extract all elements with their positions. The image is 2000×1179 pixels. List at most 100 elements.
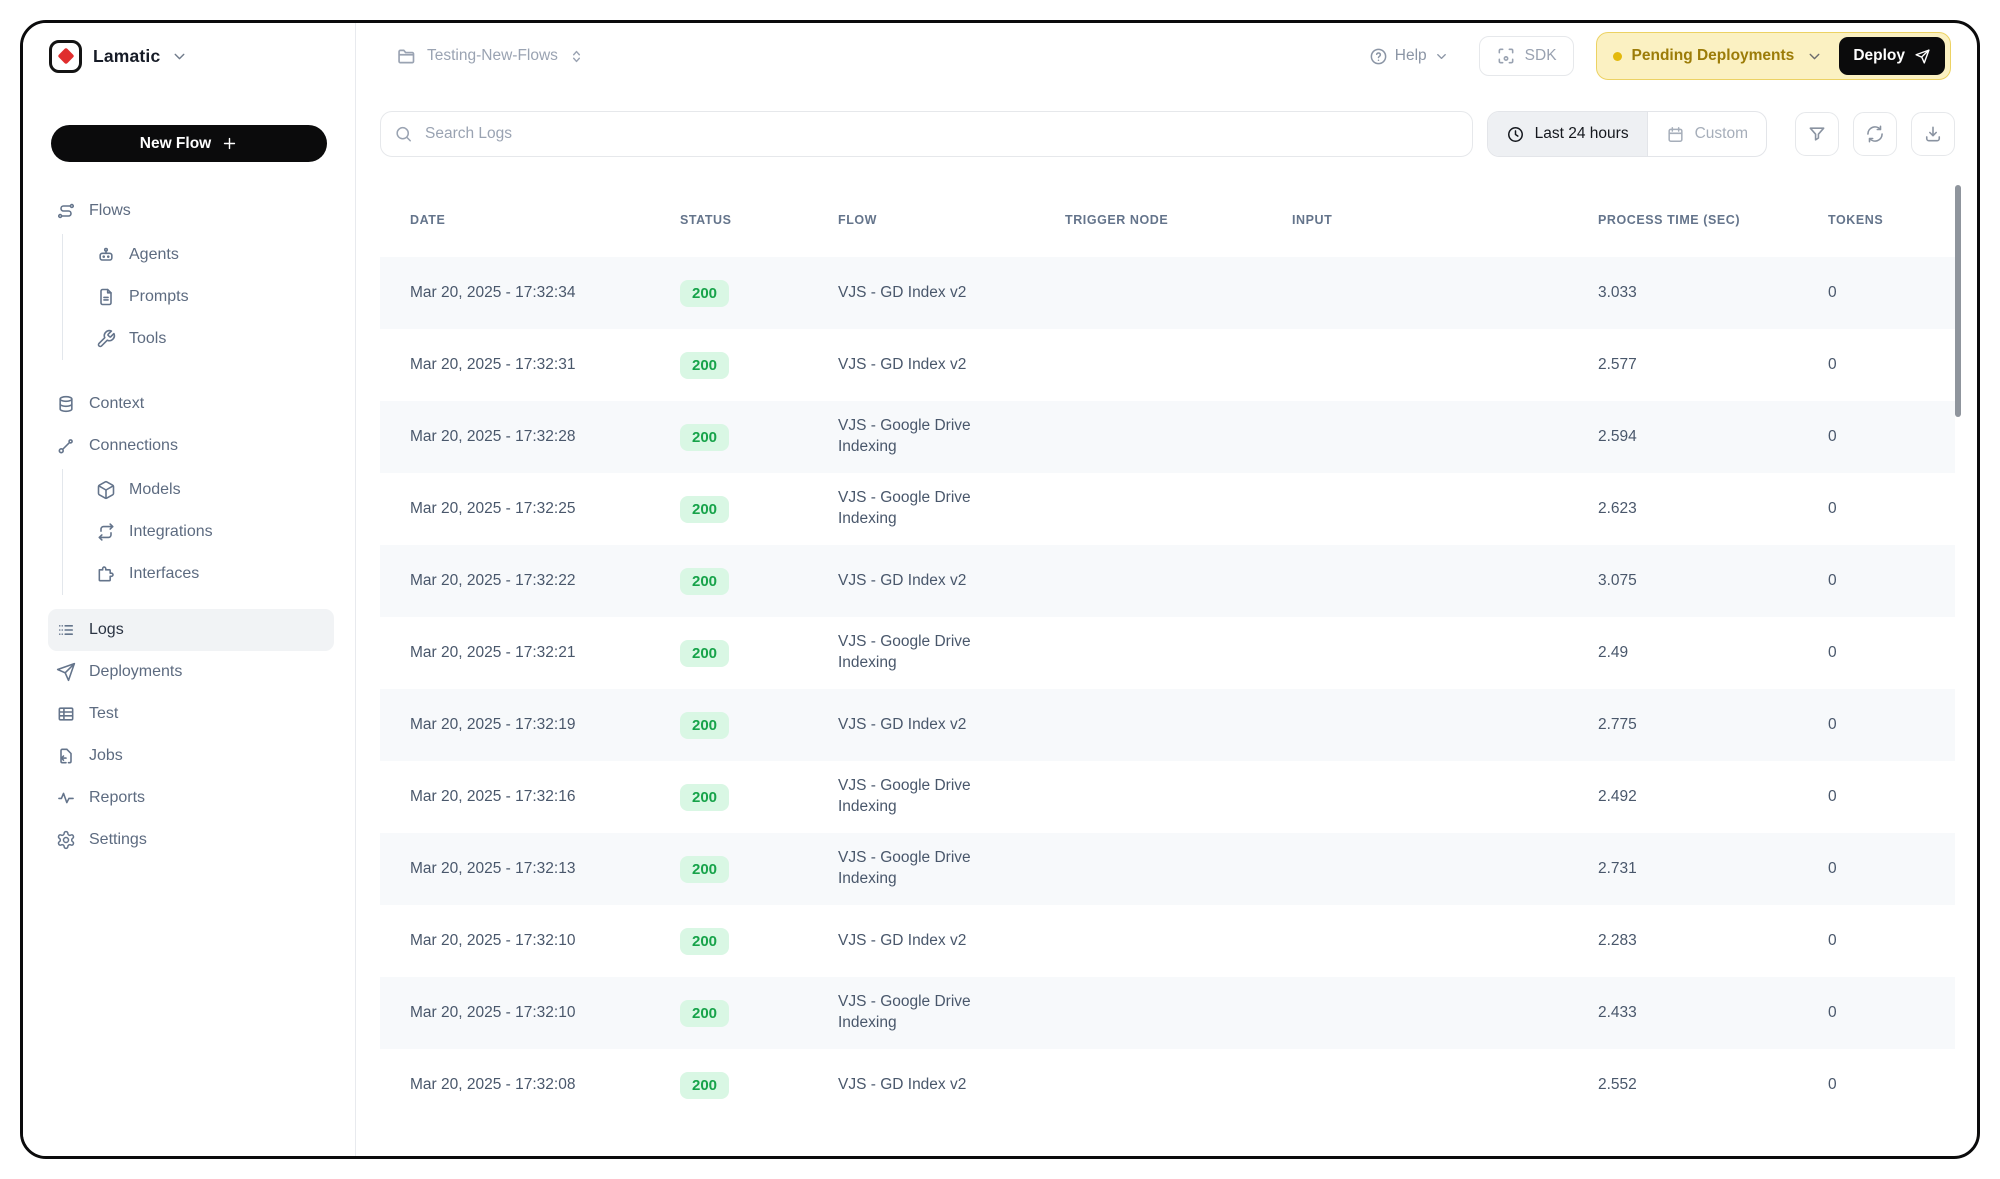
funnel-icon [1807, 124, 1827, 144]
log-flow-name: VJS - Google Drive Indexing [838, 488, 1065, 530]
table-body: Mar 20, 2025 - 17:32:34 200 VJS - GD Ind… [380, 257, 1955, 1121]
log-tokens: 0 [1828, 860, 1955, 878]
sidebar-item-label: Integrations [129, 523, 213, 541]
sdk-label: SDK [1525, 47, 1557, 65]
range-last-24-hours[interactable]: Last 24 hours [1488, 112, 1648, 156]
brand-name: Lamatic [93, 46, 160, 67]
sidebar-item-agents[interactable]: Agents [63, 234, 334, 276]
logs-toolbar: Last 24 hours Custom [380, 111, 1955, 157]
table-row[interactable]: Mar 20, 2025 - 17:32:28 200 VJS - Google… [380, 401, 1955, 473]
refresh-button[interactable] [1853, 112, 1897, 156]
filter-button[interactable] [1795, 112, 1839, 156]
clock-icon [1506, 125, 1525, 144]
log-flow-name: VJS - GD Index v2 [838, 571, 1065, 592]
sidebar-item-label: Deployments [89, 663, 182, 681]
sidebar-item-connections[interactable]: Connections [48, 425, 334, 467]
sidebar-item-label: Tools [129, 330, 166, 348]
log-date: Mar 20, 2025 - 17:32:16 [410, 788, 680, 806]
sidebar-item-label: Connections [89, 437, 178, 455]
deploy-button[interactable]: Deploy [1839, 37, 1945, 75]
log-process-time: 2.775 [1598, 716, 1828, 734]
log-flow-name: VJS - GD Index v2 [838, 715, 1065, 736]
range-label: Custom [1695, 125, 1748, 143]
main-area: Testing-New-Flows Help SDK Pending Deplo… [356, 23, 1977, 1156]
pending-deployments-group: Pending Deployments Deploy [1596, 32, 1951, 80]
log-tokens: 0 [1828, 788, 1955, 806]
deploy-label: Deploy [1853, 47, 1905, 65]
chevron-down-icon[interactable] [1806, 48, 1823, 65]
document-icon [96, 287, 116, 307]
chevron-down-icon [171, 48, 188, 65]
flows-subnav: Agents Prompts Tools [62, 234, 334, 360]
vertical-scrollbar[interactable] [1955, 185, 1961, 417]
status-badge: 200 [680, 1000, 729, 1027]
sidebar-item-test[interactable]: Test [48, 693, 334, 735]
sidebar-item-settings[interactable]: Settings [48, 819, 334, 861]
range-custom[interactable]: Custom [1648, 112, 1766, 156]
table-row[interactable]: Mar 20, 2025 - 17:32:10 200 VJS - GD Ind… [380, 905, 1955, 977]
log-process-time: 2.623 [1598, 500, 1828, 518]
table-row[interactable]: Mar 20, 2025 - 17:32:25 200 VJS - Google… [380, 473, 1955, 545]
log-flow-name: VJS - GD Index v2 [838, 1075, 1065, 1096]
status-badge: 200 [680, 1072, 729, 1099]
status-badge: 200 [680, 352, 729, 379]
file-refresh-icon [56, 746, 76, 766]
sdk-button[interactable]: SDK [1479, 36, 1574, 76]
sidebar-item-logs[interactable]: Logs [48, 609, 334, 651]
sidebar-item-label: Agents [129, 246, 179, 264]
sidebar-item-integrations[interactable]: Integrations [63, 511, 334, 553]
log-flow-name: VJS - Google Drive Indexing [838, 848, 1065, 890]
table-row[interactable]: Mar 20, 2025 - 17:32:19 200 VJS - GD Ind… [380, 689, 1955, 761]
range-label: Last 24 hours [1535, 125, 1629, 143]
log-date: Mar 20, 2025 - 17:32:21 [410, 644, 680, 662]
log-flow-name: VJS - Google Drive Indexing [838, 632, 1065, 674]
time-range-toggle: Last 24 hours Custom [1487, 111, 1767, 157]
log-flow-name: VJS - Google Drive Indexing [838, 416, 1065, 458]
column-header-process-time: Process Time (sec) [1598, 213, 1828, 227]
cube-icon [96, 480, 116, 500]
search-icon [394, 125, 413, 144]
sidebar-item-label: Context [89, 395, 144, 413]
log-process-time: 2.492 [1598, 788, 1828, 806]
log-flow-name: VJS - GD Index v2 [838, 283, 1065, 304]
sync-icon [96, 522, 116, 542]
table-row[interactable]: Mar 20, 2025 - 17:32:31 200 VJS - GD Ind… [380, 329, 1955, 401]
new-flow-button[interactable]: New Flow [51, 125, 327, 162]
sidebar-item-context[interactable]: Context [48, 383, 334, 425]
new-flow-label: New Flow [140, 135, 211, 153]
project-selector[interactable]: Testing-New-Flows [396, 46, 585, 67]
sidebar-item-interfaces[interactable]: Interfaces [63, 553, 334, 595]
download-button[interactable] [1911, 112, 1955, 156]
status-badge: 200 [680, 280, 729, 307]
table-row[interactable]: Mar 20, 2025 - 17:32:10 200 VJS - Google… [380, 977, 1955, 1049]
log-tokens: 0 [1828, 356, 1955, 374]
sidebar-item-deployments[interactable]: Deployments [48, 651, 334, 693]
help-menu[interactable]: Help [1369, 47, 1449, 66]
sidebar-item-models[interactable]: Models [63, 469, 334, 511]
table-row[interactable]: Mar 20, 2025 - 17:32:16 200 VJS - Google… [380, 761, 1955, 833]
column-header-flow: Flow [838, 213, 1065, 227]
table-row[interactable]: Mar 20, 2025 - 17:32:22 200 VJS - GD Ind… [380, 545, 1955, 617]
updown-icon [568, 48, 585, 65]
sidebar-item-flows[interactable]: Flows [48, 190, 334, 232]
sidebar-item-tools[interactable]: Tools [63, 318, 334, 360]
table-icon [56, 704, 76, 724]
sdk-scan-icon [1496, 46, 1516, 66]
log-process-time: 3.033 [1598, 284, 1828, 302]
pending-status-dot-icon [1613, 52, 1622, 61]
table-row[interactable]: Mar 20, 2025 - 17:32:08 200 VJS - GD Ind… [380, 1049, 1955, 1121]
search-input[interactable] [380, 111, 1473, 157]
table-row[interactable]: Mar 20, 2025 - 17:32:34 200 VJS - GD Ind… [380, 257, 1955, 329]
folder-icon [396, 46, 417, 67]
sidebar-item-jobs[interactable]: Jobs [48, 735, 334, 777]
sidebar-item-prompts[interactable]: Prompts [63, 276, 334, 318]
sidebar-item-reports[interactable]: Reports [48, 777, 334, 819]
table-row[interactable]: Mar 20, 2025 - 17:32:13 200 VJS - Google… [380, 833, 1955, 905]
table-row[interactable]: Mar 20, 2025 - 17:32:21 200 VJS - Google… [380, 617, 1955, 689]
send-icon [1914, 48, 1931, 65]
log-date: Mar 20, 2025 - 17:32:13 [410, 860, 680, 878]
workspace-switcher[interactable]: Lamatic [23, 23, 355, 89]
logs-content: Last 24 hours Custom [356, 89, 1977, 1121]
log-tokens: 0 [1828, 284, 1955, 302]
log-tokens: 0 [1828, 716, 1955, 734]
